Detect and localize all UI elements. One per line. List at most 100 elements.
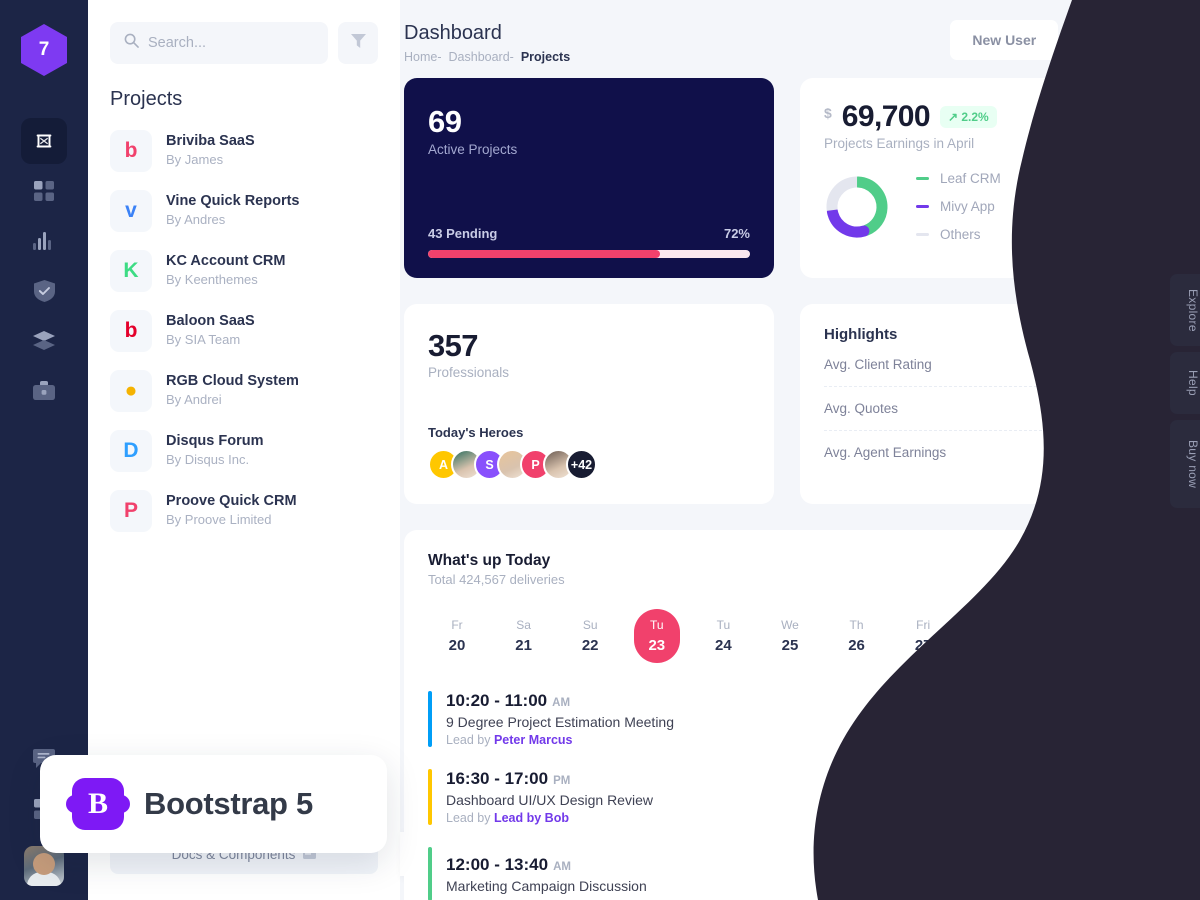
project-name: Vine Quick Reports	[166, 192, 300, 209]
day-cell[interactable]: Fr 20	[434, 609, 480, 663]
today-title: What's up Today	[428, 552, 551, 569]
breadcrumb-item[interactable]: Projects	[521, 50, 570, 64]
day-cell[interactable]: Sa 28	[967, 609, 1013, 663]
active-projects-count: 69	[428, 104, 462, 139]
side-tab-buy-now[interactable]: Buy now	[1170, 420, 1200, 508]
heroes-title: Today's Heroes	[428, 425, 524, 440]
avatar-more[interactable]: +42	[566, 449, 597, 480]
day-cell[interactable]: Sa 21	[501, 609, 547, 663]
project-text: Disqus Forum By Disqus Inc.	[166, 432, 263, 470]
view-button[interactable]: View	[1084, 856, 1152, 892]
bar-chart-icon	[33, 232, 55, 250]
page-title: Dashboard	[404, 22, 502, 44]
table-row: Avg. Client Rating ↗ 7.8/10	[824, 343, 1152, 386]
day-number: 22	[581, 637, 599, 654]
highlight-label: Avg. Agent Earnings	[824, 445, 947, 460]
day-number: 23	[648, 637, 666, 654]
day-number: 26	[848, 637, 865, 654]
legend-swatch	[916, 177, 929, 180]
list-item: 10:20 - 11:00 AM 9 Degree Project Estimati…	[428, 691, 1152, 747]
view-button[interactable]: View	[1084, 779, 1152, 815]
today-header: What's up Today Total 424,567 deliveries…	[428, 552, 1152, 587]
day-cell[interactable]: Su 29	[1033, 609, 1079, 663]
event-time-range: 16:30 - 17:00	[446, 769, 549, 788]
day-cell[interactable]: Th 26	[834, 609, 880, 663]
project-name: RGB Cloud System	[166, 372, 299, 389]
day-number: 24	[715, 637, 732, 654]
list-item[interactable]: P Proove Quick CRM By Proove Limited	[110, 481, 378, 541]
project-logo-icon: b	[110, 310, 152, 352]
side-tab-group: Explore Help Buy now	[1170, 274, 1200, 508]
day-cell[interactable]: Tu 23	[633, 609, 680, 663]
breadcrumb-item[interactable]: Home-	[404, 50, 442, 64]
sidebar-item-projects[interactable]	[21, 368, 67, 414]
sidebar-item-dashboard[interactable]	[21, 118, 67, 164]
earnings-top: $ 69,700 ↗ 2.2%	[824, 100, 1152, 134]
new-user-button[interactable]: New User	[950, 20, 1059, 60]
grid-icon	[34, 181, 54, 201]
list-item: 12:00 - 13:40 AM Marketing Campaign Discus…	[428, 847, 1152, 900]
active-projects-label: Active Projects	[428, 142, 518, 157]
project-author: By James	[166, 152, 224, 168]
main-content: Dashboard Home- Dashboard- Projects New Us…	[400, 0, 1200, 900]
sidebar-item-apps[interactable]	[21, 168, 67, 214]
highlight-value-group: ↗ 7.8/10	[1085, 356, 1152, 373]
sidebar-item-layers[interactable]	[21, 318, 67, 364]
day-name: We	[781, 618, 799, 632]
day-cell[interactable]: Tu 24	[700, 609, 746, 663]
event-lead-prefix: Lead by	[446, 811, 491, 825]
day-cell[interactable]: We 25	[767, 609, 813, 663]
chart-amounts: $7,660 $2,820 $45,257	[1103, 171, 1152, 242]
event-time-range: 12:00 - 13:40	[446, 854, 549, 874]
list-item[interactable]: ● RGB Cloud System By Andrei	[110, 361, 378, 421]
event-color-bar	[428, 847, 432, 900]
list-item[interactable]: b Briviba SaaS By James	[110, 121, 378, 181]
professionals-count: 357	[428, 328, 479, 363]
currency-symbol: $	[824, 105, 832, 121]
project-logo-icon: v	[110, 190, 152, 232]
filter-button[interactable]	[338, 22, 378, 64]
project-logo-icon: K	[110, 250, 152, 292]
event-title: Marketing Campaign Discussion	[446, 877, 647, 894]
list-item[interactable]: D Disqus Forum By Disqus Inc.	[110, 421, 378, 481]
earnings-card: $ 69,700 ↗ 2.2% Projects Earnings in Apr…	[800, 78, 1176, 278]
project-text: Baloon SaaS By SIA Team	[166, 312, 255, 350]
list-item[interactable]: v Vine Quick Reports By Andres	[110, 181, 378, 241]
list-item[interactable]: b Baloon SaaS By SIA Team	[110, 301, 378, 361]
search-icon	[124, 33, 139, 53]
app-logo[interactable]: 7	[21, 24, 67, 76]
day-cell[interactable]: Mo 30	[1100, 609, 1146, 663]
legend-amount: $45,257	[1103, 227, 1152, 242]
earnings-change-value: 2.2%	[961, 110, 989, 124]
project-text: Proove Quick CRM By Proove Limited	[166, 492, 297, 530]
day-cell[interactable]: Su 22	[567, 609, 613, 663]
event-lead-name[interactable]: Lead by Bob	[494, 811, 569, 825]
event-lead-name[interactable]: Peter Marcus	[494, 733, 573, 747]
shield-check-icon	[33, 280, 55, 302]
sidebar-item-security[interactable]	[21, 268, 67, 314]
highlights-card: Highlights Avg. Client Rating ↗ 7.8/10 Avg.…	[800, 304, 1176, 504]
project-name: Proove Quick CRM	[166, 492, 297, 509]
day-cell[interactable]: Fri 27	[900, 609, 946, 663]
search-input[interactable]: Search...	[110, 22, 328, 64]
list-item[interactable]: K KC Account CRM By Keenthemes	[110, 241, 378, 301]
side-tab-explore[interactable]: Explore	[1170, 274, 1200, 346]
report-center-button[interactable]: Report Cecnter	[1031, 552, 1152, 587]
project-author: By Andrei	[166, 392, 222, 408]
new-goal-button[interactable]: New Goal	[1068, 20, 1176, 60]
highlight-value: 730	[1128, 400, 1152, 417]
view-button[interactable]: View	[1084, 701, 1152, 737]
stats-grid: 69 Active Projects 43 Pending 72% $ 69,7…	[400, 64, 1200, 504]
sidebar-item-analytics[interactable]	[21, 218, 67, 264]
project-text: Briviba SaaS By James	[166, 132, 255, 170]
legend-amount: $7,660	[1110, 171, 1152, 186]
breadcrumb-item[interactable]: Dashboard-	[449, 50, 514, 64]
day-name: Fr	[451, 618, 463, 632]
bootstrap-badge: B Bootstrap 5	[40, 755, 387, 853]
whats-up-today-card: What's up Today Total 424,567 deliveries…	[404, 530, 1176, 900]
search-row: Search...	[88, 0, 400, 64]
box-icon	[33, 130, 55, 152]
side-tab-help[interactable]: Help	[1170, 352, 1200, 414]
project-list: b Briviba SaaS By James v Vine Quick Reports…	[88, 121, 400, 541]
day-name: Sa	[516, 618, 531, 632]
